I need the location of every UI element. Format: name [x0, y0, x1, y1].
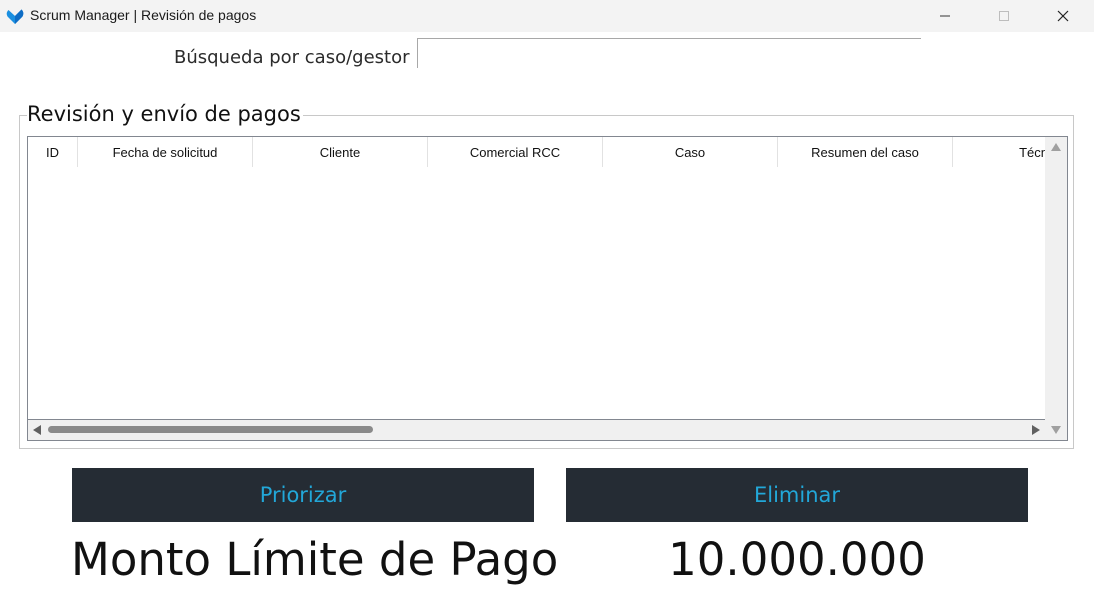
- horizontal-scroll-thumb[interactable]: [48, 426, 373, 433]
- scroll-left-icon[interactable]: [33, 425, 41, 435]
- scrollbar-corner: [1045, 420, 1067, 440]
- vertical-scrollbar[interactable]: [1045, 137, 1067, 434]
- scroll-up-icon[interactable]: [1051, 143, 1061, 151]
- close-icon: [1057, 10, 1069, 22]
- prioritize-button[interactable]: Priorizar: [72, 468, 534, 522]
- payments-table[interactable]: ID Fecha de solicitud Cliente Comercial …: [27, 136, 1068, 441]
- search-label: Búsqueda por caso/gestor: [174, 47, 410, 68]
- title-bar: Scrum Manager | Revisión de pagos: [0, 0, 1094, 32]
- maximize-button[interactable]: [981, 0, 1027, 32]
- search-input[interactable]: [417, 38, 921, 68]
- table-header: ID Fecha de solicitud Cliente Comercial …: [28, 137, 1048, 167]
- column-header-technician[interactable]: Técn: [953, 137, 1048, 167]
- maximize-icon: [999, 11, 1009, 21]
- app-logo-icon: [6, 9, 24, 24]
- payment-limit-label: Monto Límite de Pago: [71, 533, 559, 586]
- column-header-request-date[interactable]: Fecha de solicitud: [78, 137, 253, 167]
- group-title: Revisión y envío de pagos: [27, 102, 303, 126]
- close-button[interactable]: [1040, 0, 1086, 32]
- column-header-id[interactable]: ID: [28, 137, 78, 167]
- payment-limit-value: 10.000.000: [668, 533, 926, 586]
- column-header-client[interactable]: Cliente: [253, 137, 428, 167]
- column-header-case-summary[interactable]: Resumen del caso: [778, 137, 953, 167]
- scroll-right-icon[interactable]: [1032, 425, 1040, 435]
- column-header-commercial-rcc[interactable]: Comercial RCC: [428, 137, 603, 167]
- scroll-down-arrow-icon[interactable]: [1051, 426, 1061, 434]
- delete-button[interactable]: Eliminar: [566, 468, 1028, 522]
- minimize-icon: [940, 15, 950, 17]
- horizontal-scrollbar[interactable]: [28, 419, 1045, 440]
- minimize-button[interactable]: [922, 0, 968, 32]
- window-title: Scrum Manager | Revisión de pagos: [30, 7, 257, 23]
- column-header-case[interactable]: Caso: [603, 137, 778, 167]
